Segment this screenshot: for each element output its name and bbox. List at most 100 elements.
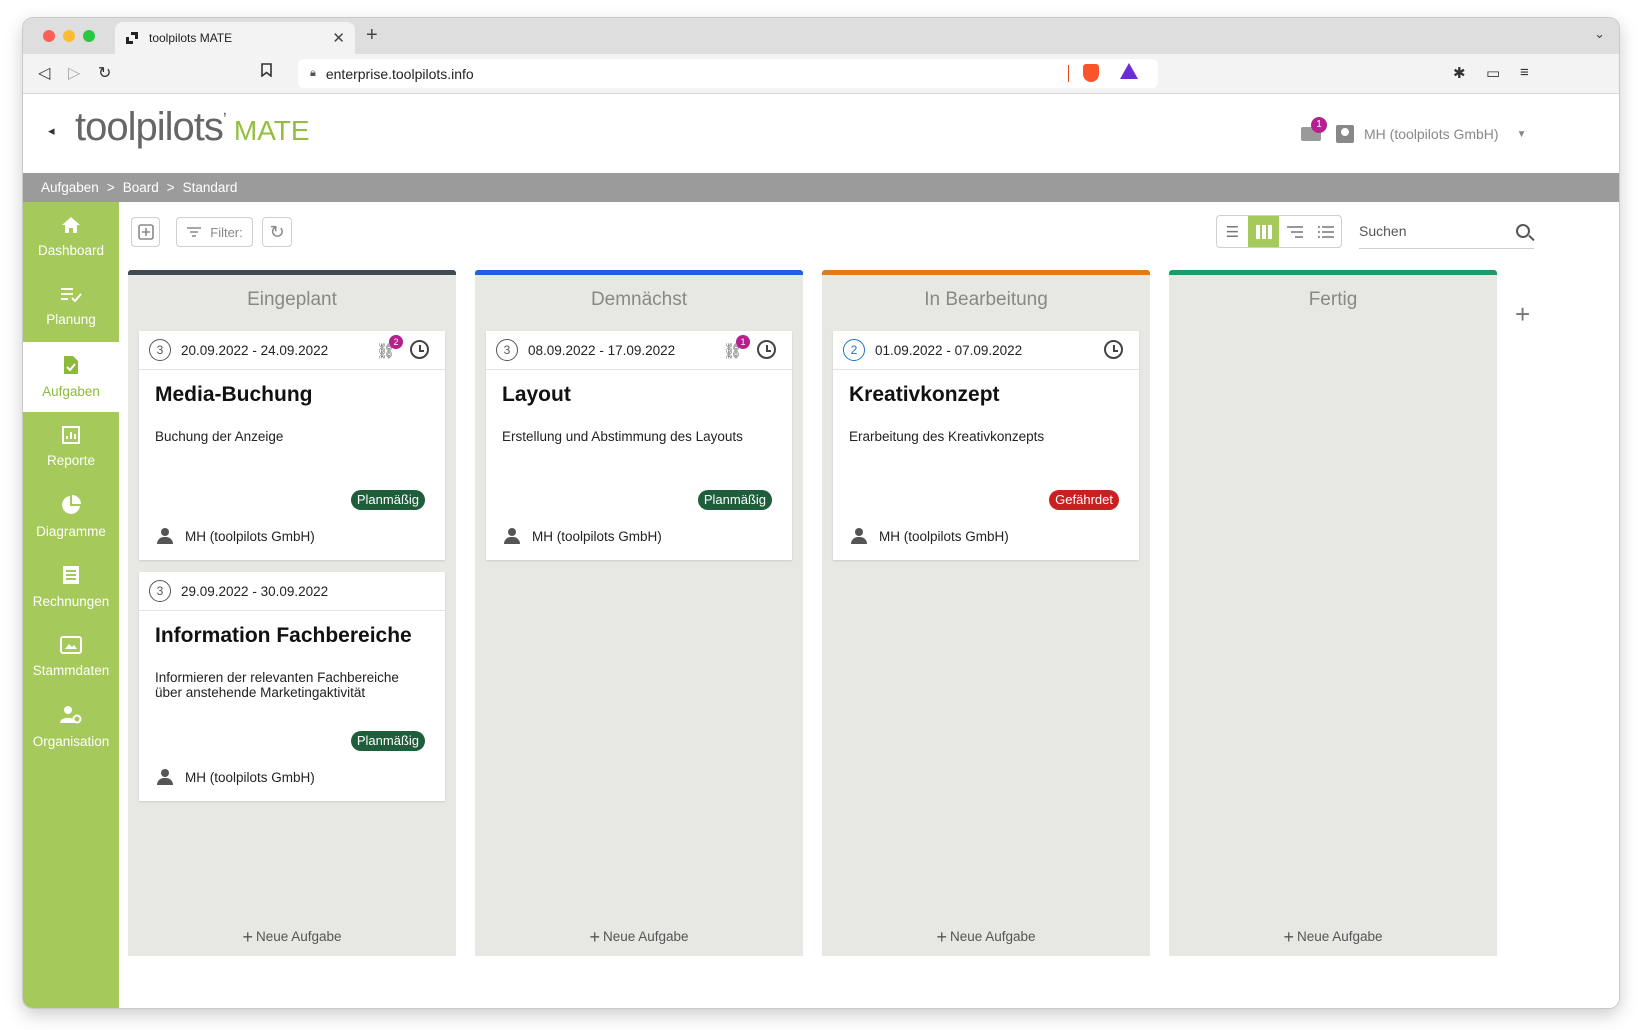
tab-list-chevron-icon[interactable]: ⌄ <box>1594 26 1605 42</box>
logo-text: toolpilots <box>75 105 224 149</box>
new-task-label: Neue Aufgabe <box>602 929 689 944</box>
card-number: 3 <box>149 580 171 602</box>
owner-name: MH (toolpilots GmbH) <box>532 528 662 544</box>
brave-shield-icon[interactable] <box>1083 64 1099 82</box>
alarm-clock-icon[interactable] <box>757 340 776 359</box>
new-task-button[interactable]: + Neue Aufgabe <box>128 927 456 948</box>
card-header: 2 01.09.2022 - 07.09.2022 <box>833 331 1139 370</box>
user-icon <box>1336 125 1354 143</box>
omnibox-divider <box>1068 65 1069 82</box>
task-card[interactable]: 2 01.09.2022 - 07.09.2022 Kreativkonzept… <box>833 331 1139 560</box>
card-header: 3 20.09.2022 - 24.09.2022 ⛓ 2 <box>139 331 445 370</box>
breadcrumb-item-board[interactable]: Board <box>123 180 159 195</box>
sidebar-item-diagramme[interactable]: Diagramme <box>23 482 119 552</box>
back-arrow-icon[interactable]: ◁ <box>38 63 50 83</box>
card-dates: 08.09.2022 - 17.09.2022 <box>528 342 676 358</box>
maximize-window-button[interactable] <box>83 30 95 42</box>
sidebar-item-rechnungen[interactable]: Rechnungen <box>23 552 119 622</box>
breadcrumb-item-standard[interactable]: Standard <box>183 180 238 195</box>
card-title: Kreativkonzept <box>849 383 1000 406</box>
owner-name: MH (toolpilots GmbH) <box>879 528 1009 544</box>
card-number: 2 <box>843 339 865 361</box>
card-owner: MH (toolpilots GmbH) <box>157 769 315 785</box>
view-board-button[interactable] <box>1248 216 1279 247</box>
address-bar: ◁ ▷ ↻ 🔒︎ enterprise.toolpilots.info ✱ ▭ … <box>23 54 1619 94</box>
browser-tab[interactable]: toolpilots MATE ✕ <box>115 22 355 54</box>
report-chart-icon <box>62 426 80 448</box>
wallet-icon[interactable]: ▭ <box>1486 64 1500 82</box>
menu-icon[interactable]: ≡ <box>1520 64 1529 81</box>
user-menu[interactable]: MH (toolpilots GmbH) ▼ <box>1336 125 1527 143</box>
forward-arrow-icon[interactable]: ▷ <box>68 63 80 83</box>
task-card[interactable]: 3 29.09.2022 - 30.09.2022 Information Fa… <box>139 572 445 801</box>
new-task-button[interactable]: + Neue Aufgabe <box>475 927 803 948</box>
alarm-clock-icon[interactable] <box>410 340 429 359</box>
refresh-icon: ↻ <box>269 221 285 242</box>
logo-mate: MATE <box>233 115 310 146</box>
breadcrumb: Aufgaben > Board > Standard <box>23 173 1619 202</box>
view-tree-button[interactable] <box>1279 216 1310 247</box>
sidebar-item-planung[interactable]: Planung <box>23 272 119 342</box>
column-title: Eingeplant <box>247 289 337 310</box>
detail-list-icon <box>1317 225 1334 238</box>
owner-name: MH (toolpilots GmbH) <box>185 528 315 544</box>
close-window-button[interactable] <box>43 30 55 42</box>
logo-sup: ʼ <box>222 110 227 130</box>
search-placeholder: Suchen <box>1359 223 1407 239</box>
planning-list-icon <box>60 287 82 307</box>
search-icon[interactable] <box>1516 224 1530 238</box>
add-task-button[interactable] <box>131 217 160 247</box>
column-title: In Bearbeitung <box>924 289 1048 310</box>
extensions-icon[interactable]: ✱ <box>1453 64 1466 82</box>
url-field[interactable]: 🔒︎ enterprise.toolpilots.info <box>298 59 1158 88</box>
new-task-button[interactable]: + Neue Aufgabe <box>1169 927 1497 948</box>
new-task-label: Neue Aufgabe <box>1296 929 1383 944</box>
sidebar-item-reporte[interactable]: Reporte <box>23 412 119 482</box>
minimize-window-button[interactable] <box>63 30 75 42</box>
view-detail-list-button[interactable] <box>1310 216 1341 247</box>
close-tab-icon[interactable]: ✕ <box>332 29 345 47</box>
board-view-icon <box>1255 224 1272 239</box>
new-task-button[interactable]: + Neue Aufgabe <box>822 927 1150 948</box>
task-card[interactable]: 3 08.09.2022 - 17.09.2022 ⛓ 1 Layout Ers… <box>486 331 792 560</box>
alarm-clock-icon[interactable] <box>1104 340 1123 359</box>
app-header: ◂ toolpilotsʼ MATE 1 MH (toolpilots GmbH)… <box>23 95 1619 173</box>
column-demnaechst: Demnächst 3 08.09.2022 - 17.09.2022 ⛓ 1 … <box>475 270 803 956</box>
filter-button[interactable]: Filter: <box>176 217 253 247</box>
sidebar-item-organisation[interactable]: Organisation <box>23 692 119 762</box>
collapse-arrow-icon[interactable]: ◂ <box>48 123 55 139</box>
user-settings-icon <box>60 705 82 729</box>
breadcrumb-separator: > <box>166 180 175 195</box>
breadcrumb-item-aufgaben[interactable]: Aufgaben <box>41 180 99 195</box>
plus-icon: + <box>589 927 600 947</box>
refresh-button[interactable]: ↻ <box>262 217 292 247</box>
card-owner: MH (toolpilots GmbH) <box>504 528 662 544</box>
reload-icon[interactable]: ↻ <box>98 63 111 83</box>
favicon-icon <box>125 31 139 45</box>
brave-rewards-icon[interactable] <box>1120 63 1138 79</box>
sidebar: Dashboard Planung Aufgaben Reporte Diagr… <box>23 202 119 1008</box>
breadcrumb-separator: > <box>106 180 115 195</box>
tab-title: toolpilots MATE <box>149 31 233 45</box>
card-header: 3 08.09.2022 - 17.09.2022 ⛓ 1 <box>486 331 792 370</box>
user-name: MH (toolpilots GmbH) <box>1364 126 1499 142</box>
status-badge: Planmäßig <box>350 490 425 510</box>
invoice-icon <box>62 565 80 589</box>
sidebar-item-label: Planung <box>46 312 96 327</box>
status-badge: Planmäßig <box>350 731 425 751</box>
view-list-button[interactable]: ☰ <box>1217 216 1248 247</box>
add-column-button[interactable]: + <box>1515 299 1530 330</box>
tree-view-icon <box>1286 225 1303 238</box>
card-description: Erstellung und Abstimmung des Layouts <box>502 429 743 444</box>
sidebar-item-aufgaben[interactable]: Aufgaben <box>23 342 119 412</box>
search-input[interactable]: Suchen <box>1359 214 1534 249</box>
caret-down-icon: ▼ <box>1516 128 1527 140</box>
kanban-board: Eingeplant 3 20.09.2022 - 24.09.2022 ⛓ 2… <box>128 270 1497 956</box>
column-eingeplant: Eingeplant 3 20.09.2022 - 24.09.2022 ⛓ 2… <box>128 270 456 956</box>
sidebar-item-dashboard[interactable]: Dashboard <box>23 202 119 272</box>
sidebar-item-stammdaten[interactable]: Stammdaten <box>23 622 119 692</box>
new-tab-button[interactable]: + <box>366 24 378 47</box>
logo[interactable]: toolpilotsʼ MATE <box>75 105 310 150</box>
bookmark-icon[interactable] <box>261 63 272 80</box>
task-card[interactable]: 3 20.09.2022 - 24.09.2022 ⛓ 2 Media-Buch… <box>139 331 445 560</box>
